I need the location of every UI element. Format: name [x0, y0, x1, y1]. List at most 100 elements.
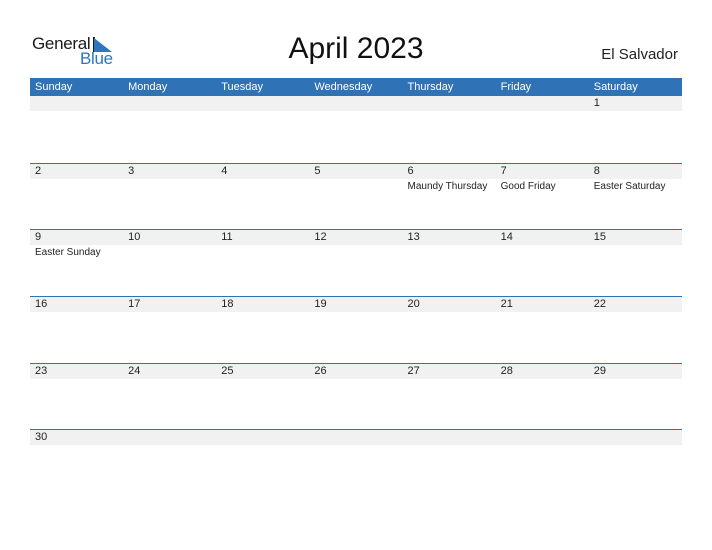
day-cell: 3: [123, 163, 217, 230]
day-cell: [216, 430, 310, 496]
day-number: 21: [495, 297, 589, 313]
week-row: 30: [30, 429, 682, 496]
day-number: [495, 430, 589, 446]
day-cell: 17: [123, 297, 217, 363]
week-row: 16 17 18 19 20 21 22: [30, 296, 682, 363]
day-cell: 4: [216, 163, 310, 230]
day-number: 13: [402, 230, 496, 246]
day-cell: [30, 96, 124, 163]
day-cell: 25: [216, 363, 310, 430]
week-row: 9 Easter Sunday 10 11 12 13 14 15: [30, 229, 682, 296]
weekday-tuesday: Tuesday: [221, 81, 264, 93]
day-number: 8: [588, 163, 682, 179]
day-cell: [588, 430, 682, 496]
day-number: 2: [30, 163, 124, 179]
holiday-label: Easter Saturday: [593, 180, 666, 192]
day-cell: 11: [216, 230, 310, 296]
day-number: 19: [309, 297, 403, 313]
day-cell: 1: [588, 96, 682, 163]
week-row: 2 3 4 5 6 Maundy Thursday 7 Good Friday 8 Easter …: [30, 162, 682, 230]
day-cell: [123, 96, 217, 163]
day-number: 30: [30, 430, 124, 446]
holiday-label: Easter Sunday: [35, 247, 101, 259]
day-cell: 6 Maundy Thursday: [402, 163, 496, 230]
weekday-thursday: Thursday: [407, 81, 454, 93]
weekday-saturday: Saturday: [593, 81, 638, 93]
day-number: 29: [588, 363, 682, 379]
day-number: 22: [588, 297, 682, 313]
day-number: 24: [123, 363, 217, 379]
calendar-grid: Sunday Monday Tuesday Wednesday Thursday Frid…: [30, 78, 682, 496]
day-number: 15: [588, 230, 682, 246]
day-number: 14: [495, 230, 589, 246]
day-cell: 18: [216, 297, 310, 363]
day-cell: 10: [123, 230, 217, 296]
day-cell: [402, 430, 496, 496]
country-label: El Salvador: [601, 46, 678, 63]
day-cell: 19: [309, 297, 403, 363]
day-number: [216, 96, 310, 111]
day-number: 7: [495, 163, 589, 179]
day-number: 9: [30, 230, 124, 246]
day-number: [216, 430, 310, 446]
day-cell: 21: [495, 297, 589, 363]
day-number: [123, 96, 217, 111]
day-cell: 29: [588, 363, 682, 430]
day-number: [402, 96, 496, 111]
day-cell: [495, 96, 589, 163]
day-cell: 24: [123, 363, 217, 430]
day-number: 6: [402, 163, 496, 179]
day-number: [588, 430, 682, 446]
day-cell: [309, 96, 403, 163]
day-cell: 12: [309, 230, 403, 296]
day-cell: [123, 430, 217, 496]
weekday-sunday: Sunday: [35, 81, 73, 93]
day-cell: 2: [30, 163, 124, 230]
day-number: 10: [123, 230, 217, 246]
day-number: 28: [495, 363, 589, 379]
day-number: 17: [123, 297, 217, 313]
day-number: 25: [216, 363, 310, 379]
weeks-container: 1 2 3 4 5 6 Maundy Thursday 7 Good Friday 8 Easter…: [30, 96, 682, 496]
day-cell: 30: [30, 430, 124, 496]
day-number: 16: [30, 297, 124, 313]
day-cell: [309, 430, 403, 496]
day-number: 12: [309, 230, 403, 246]
day-number: [495, 96, 589, 111]
day-cell: 22: [588, 297, 682, 363]
day-number: 20: [402, 297, 496, 313]
day-number: 3: [123, 163, 217, 179]
day-number: 11: [216, 230, 310, 246]
day-number: [309, 96, 403, 111]
day-number: 27: [402, 363, 496, 379]
day-number: [309, 430, 403, 446]
weekday-monday: Monday: [128, 81, 168, 93]
weekday-friday: Friday: [500, 81, 532, 93]
day-number: [30, 96, 124, 111]
day-number: 4: [216, 163, 310, 179]
holiday-label: Maundy Thursday: [407, 180, 488, 192]
day-cell: 20: [402, 297, 496, 363]
weekday-header: Sunday Monday Tuesday Wednesday Thursday Frid…: [30, 78, 682, 96]
holiday-label: Good Friday: [500, 180, 556, 192]
day-cell: 9 Easter Sunday: [30, 230, 124, 296]
day-cell: 27: [402, 363, 496, 430]
day-number: 1: [588, 96, 682, 111]
day-cell: 16: [30, 297, 124, 363]
day-cell: 23: [30, 363, 124, 430]
day-number: [123, 430, 217, 446]
day-number: 18: [216, 297, 310, 313]
day-cell: 7 Good Friday: [495, 163, 589, 230]
day-cell: 5: [309, 163, 403, 230]
weekday-wednesday: Wednesday: [314, 81, 373, 93]
week-row: 1: [30, 96, 682, 163]
week-row: 23 24 25 26 27 28 29: [30, 362, 682, 430]
day-number: 5: [309, 163, 403, 179]
day-number: 26: [309, 363, 403, 379]
day-cell: [402, 96, 496, 163]
day-cell: 15: [588, 230, 682, 296]
day-cell: 14: [495, 230, 589, 296]
day-cell: 26: [309, 363, 403, 430]
day-number: [402, 430, 496, 446]
day-cell: [495, 430, 589, 496]
